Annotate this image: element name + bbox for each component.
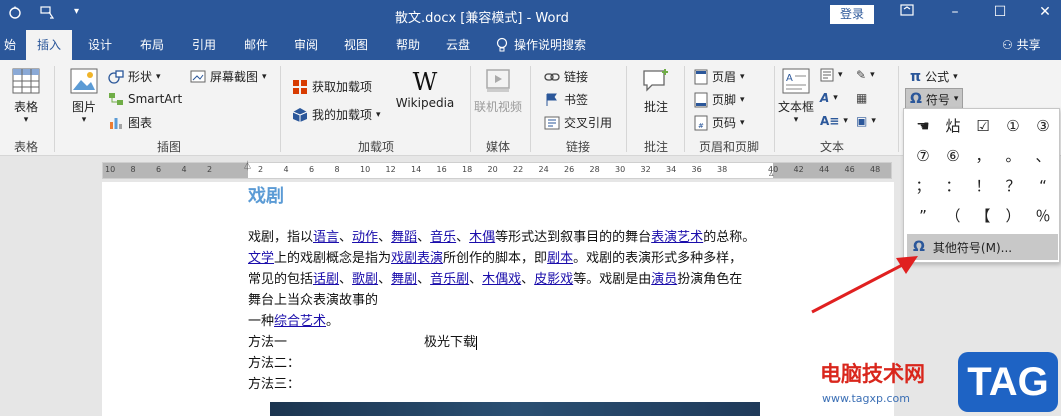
watermark-url: www.tagxp.com xyxy=(822,392,910,405)
watermark-site-name: 电脑技术网 xyxy=(820,362,925,386)
annotation-arrow xyxy=(811,256,918,314)
watermark-logo: TAG xyxy=(958,352,1058,412)
